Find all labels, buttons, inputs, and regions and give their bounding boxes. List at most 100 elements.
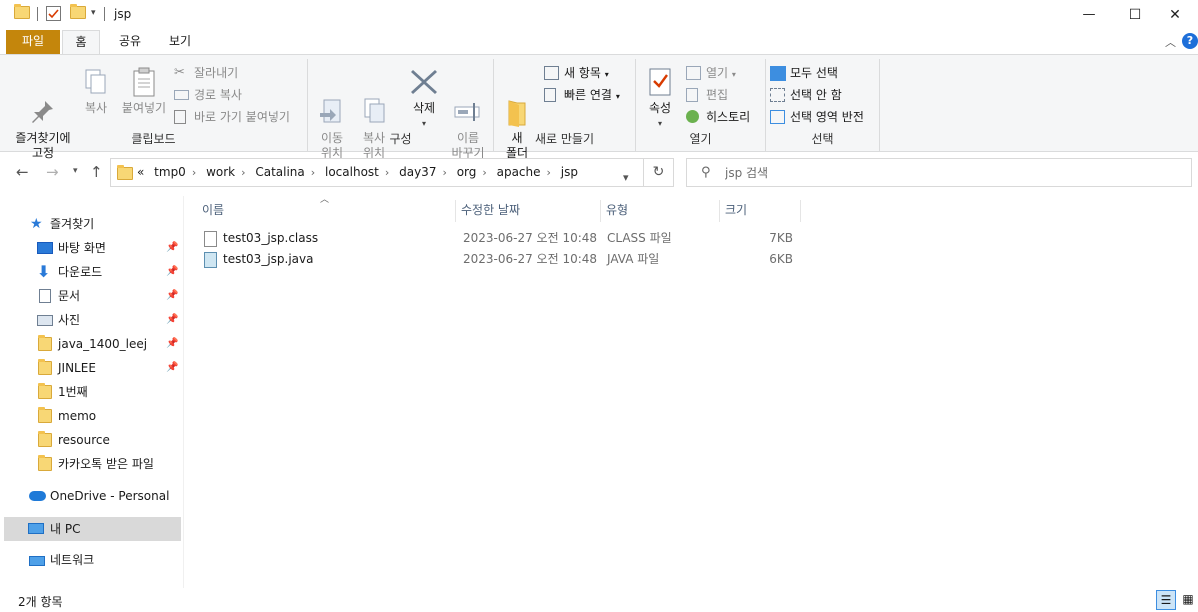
new-item-dropdown-icon: ▾ <box>604 70 609 79</box>
chevron-right-icon[interactable]: › <box>192 166 196 179</box>
column-header-date[interactable]: 수정한 날짜 <box>457 200 601 222</box>
breadcrumb-item[interactable]: org <box>457 165 477 179</box>
properties-dropdown-icon[interactable]: ▾ <box>642 116 678 131</box>
column-header-type[interactable]: 유형 <box>602 200 720 222</box>
divider <box>37 7 38 21</box>
edit-button[interactable]: 편집 <box>686 85 728 105</box>
nav-item-onedrive[interactable]: OneDrive - Personal <box>0 484 182 508</box>
customize-toolbar-icon[interactable]: ▾ <box>91 8 96 18</box>
nav-item-folder[interactable]: 1번째 <box>0 380 182 404</box>
chevron-right-icon[interactable]: › <box>311 166 315 179</box>
open-button[interactable]: 열기 ▾ <box>686 63 736 83</box>
easy-access-button[interactable]: 빠른 연결 ▾ <box>544 85 620 105</box>
select-none-button[interactable]: 선택 안 함 <box>770 85 842 105</box>
nav-item-folder[interactable]: memo <box>0 404 182 428</box>
tab-file[interactable]: 파일 <box>6 30 60 54</box>
cut-button[interactable]: ✂ 잘라내기 <box>174 63 238 83</box>
delete-dropdown-icon[interactable]: ▾ <box>404 116 444 131</box>
paste-button[interactable]: 붙여넣기 <box>118 61 170 116</box>
new-folder-icon <box>501 82 533 127</box>
refresh-button[interactable]: ↻ <box>644 158 674 187</box>
invert-selection-label: 선택 영역 반전 <box>790 110 864 124</box>
properties-button[interactable]: 속성 ▾ <box>642 61 678 131</box>
nav-item-desktop[interactable]: 바탕 화면 📌 <box>0 236 182 260</box>
paste-shortcut-button[interactable]: 바로 가기 붙여넣기 <box>174 107 290 127</box>
breadcrumb-item[interactable]: work <box>206 165 235 179</box>
pin-icon[interactable]: 📌 <box>166 308 178 332</box>
new-folder-icon[interactable] <box>70 4 86 19</box>
open-group-label: 열기 <box>689 132 712 146</box>
pin-icon[interactable]: 📌 <box>166 260 178 284</box>
new-item-button[interactable]: 새 항목 ▾ <box>544 63 609 83</box>
back-button[interactable]: ← <box>16 163 29 181</box>
nav-item-folder[interactable]: resource <box>0 428 182 452</box>
breadcrumb-item[interactable]: Catalina <box>255 165 304 179</box>
file-date: 2023-06-27 오전 10:48 <box>463 231 598 245</box>
close-button[interactable]: ✕ <box>1152 0 1198 30</box>
copy-path-button[interactable]: 경로 복사 <box>174 85 242 105</box>
folder-icon <box>38 407 52 423</box>
select-group-label: 선택 <box>811 132 834 146</box>
file-row[interactable]: test03_jsp.java 2023-06-27 오전 10:48 JAVA… <box>198 249 798 270</box>
breadcrumb-item[interactable]: jsp <box>561 165 578 179</box>
select-all-button[interactable]: 모두 선택 <box>770 63 838 83</box>
new-item-icon <box>544 66 559 80</box>
invert-selection-button[interactable]: 선택 영역 반전 <box>770 107 864 127</box>
select-none-label: 선택 안 함 <box>790 88 842 102</box>
pane-divider[interactable] <box>183 196 184 588</box>
quick-access[interactable]: ★ 즐겨찾기 <box>0 212 182 236</box>
chevron-right-icon[interactable]: › <box>442 166 446 179</box>
pin-icon[interactable]: 📌 <box>166 284 178 308</box>
breadcrumb-item[interactable]: tmp0 <box>154 165 186 179</box>
nav-item-downloads[interactable]: ⬇ 다운로드 📌 <box>0 260 182 284</box>
nav-item-folder[interactable]: java_1400_leej 📌 <box>0 332 182 356</box>
copy-icon <box>80 67 112 97</box>
column-header-name[interactable]: 이름 <box>198 200 456 222</box>
folder-icon <box>14 4 30 19</box>
organize-group: 이동 위치 복사 위치 삭제 ▾ 이름 바꾸기 구성 <box>308 59 494 160</box>
column-header-size[interactable]: 크기 <box>721 200 801 222</box>
tab-view[interactable]: 보기 <box>160 30 200 54</box>
pin-icon[interactable]: 📌 <box>166 332 178 356</box>
file-size: 7KB <box>769 231 793 245</box>
breadcrumb-item[interactable]: apache <box>497 165 541 179</box>
nav-item-folder[interactable]: JINLEE 📌 <box>0 356 182 380</box>
file-row[interactable]: test03_jsp.class 2023-06-27 오전 10:48 CLA… <box>198 228 798 249</box>
nav-item-this-pc[interactable]: 내 PC <box>4 517 181 541</box>
chevron-right-icon[interactable]: › <box>241 166 245 179</box>
breadcrumb-overflow[interactable]: « <box>137 165 144 179</box>
search-input[interactable] <box>725 164 1165 182</box>
ribbon: 즐겨찾기에 고정 복사 붙여넣기 ✂ 잘라내기 경로 복사 바로 가기 붙여넣기… <box>0 54 1198 160</box>
pin-icon[interactable]: 📌 <box>166 236 178 260</box>
help-icon[interactable]: ? <box>1182 33 1198 49</box>
edit-icon <box>686 88 698 102</box>
chevron-right-icon[interactable]: › <box>482 166 486 179</box>
nav-item-folder[interactable]: 카카오톡 받은 파일 <box>0 452 182 476</box>
pin-icon[interactable]: 📌 <box>166 356 178 380</box>
properties-icon[interactable] <box>46 6 61 21</box>
delete-button[interactable]: 삭제 ▾ <box>404 61 444 131</box>
tab-share[interactable]: 공유 <box>110 30 150 54</box>
collapse-ribbon-icon[interactable]: ︿ <box>1165 34 1176 50</box>
forward-button[interactable]: → <box>46 163 59 181</box>
chevron-right-icon[interactable]: › <box>547 166 551 179</box>
copy-button[interactable]: 복사 <box>78 61 114 116</box>
tab-home[interactable]: 홈 <box>62 30 100 54</box>
nav-item-documents[interactable]: 문서 📌 <box>0 284 182 308</box>
address-row: ← → ▾ ↑ « tmp0 › work › Catalina › localhos… <box>0 153 1198 193</box>
minimize-button[interactable]: — <box>1066 0 1112 30</box>
large-icons-view-button[interactable]: ▦ <box>1178 590 1198 610</box>
nav-item-pictures[interactable]: 사진 📌 <box>0 308 182 332</box>
chevron-right-icon[interactable]: › <box>385 166 389 179</box>
up-button[interactable]: ↑ <box>90 163 103 181</box>
select-none-icon <box>770 88 785 102</box>
recent-locations-icon[interactable]: ▾ <box>73 166 78 176</box>
breadcrumb-item[interactable]: day37 <box>399 165 436 179</box>
nav-item-network[interactable]: 네트워크 <box>0 548 182 572</box>
breadcrumb-item[interactable]: localhost <box>325 165 379 179</box>
details-view-button[interactable]: ☰ <box>1156 590 1176 610</box>
address-dropdown-icon[interactable]: ▾ <box>623 171 629 184</box>
history-button[interactable]: 히스토리 <box>686 107 750 127</box>
search-box[interactable]: ⚲ <box>686 158 1192 187</box>
address-bar[interactable]: « tmp0 › work › Catalina › localhost › day37… <box>110 158 644 187</box>
